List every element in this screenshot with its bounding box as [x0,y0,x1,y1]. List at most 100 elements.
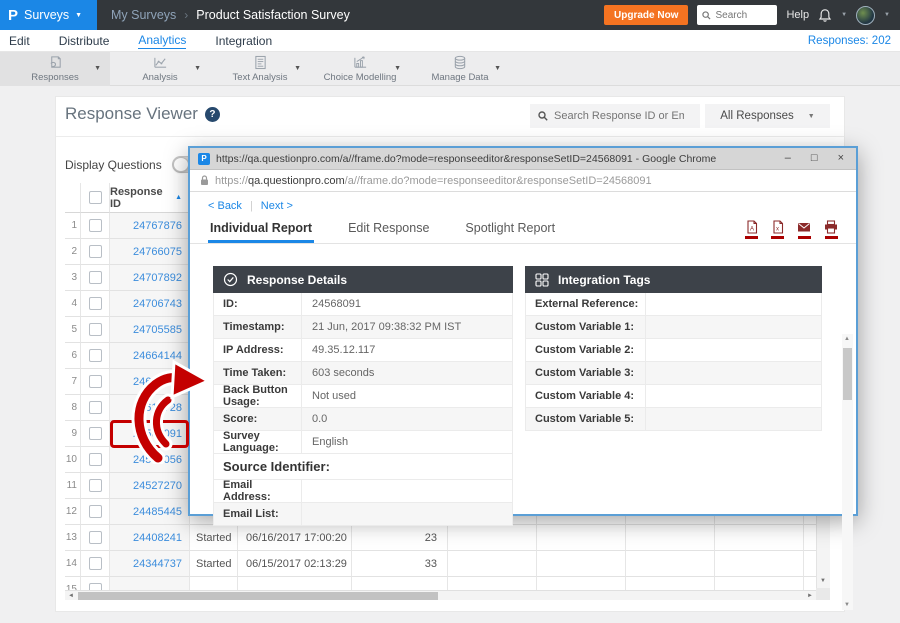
individual-report-popup: P https://qa.questionpro.com/a//frame.do… [188,146,858,516]
scroll-down-icon[interactable]: ▼ [820,578,826,584]
excel-export-icon[interactable]: x [771,220,784,239]
detail-label: Score: [214,408,302,430]
popup-body: Response Details ID:24568091Timestamp:21… [190,244,856,526]
response-id-link[interactable]: 24527270 [110,473,190,499]
response-id-link[interactable]: 24767876 [110,213,190,239]
scroll-down-icon[interactable]: ▼ [844,602,850,608]
response-id-link[interactable]: 24707892 [110,265,190,291]
scroll-up-icon[interactable]: ▲ [844,336,850,342]
popup-title-bar[interactable]: P https://qa.questionpro.com/a//frame.do… [190,148,856,170]
breadcrumb-my-surveys[interactable]: My Surveys [111,8,176,22]
scroll-left-icon[interactable]: ◄ [68,593,74,599]
minimize-icon[interactable]: – [785,153,791,164]
response-id-link[interactable]: 24705585 [110,317,190,343]
toolbar-text-analysis[interactable]: Text Analysis ▼ [210,52,310,86]
questionpro-logo: P [8,7,18,24]
upgrade-now-button[interactable]: Upgrade Now [604,5,688,25]
response-search-input[interactable] [554,110,684,122]
response-id-link[interactable]: 24485445 [110,499,190,525]
scroll-right-icon[interactable]: ► [807,593,813,599]
row-checkbox[interactable] [89,479,102,492]
svg-text:A: A [750,227,754,233]
report-tabs: Individual Report Edit Response Spotligh… [190,214,856,244]
toolbar-choice-modelling[interactable]: Choice Modelling ▼ [310,52,410,86]
row-checkbox[interactable] [89,531,102,544]
detail-value: 24568091 [302,293,512,315]
text-analysis-icon [254,55,267,70]
popup-url-bar[interactable]: https://qa.questionpro.com/a//frame.do?m… [190,170,856,192]
pdf-export-icon[interactable]: A [745,220,758,239]
table-horizontal-scrollbar[interactable]: ◄ ► [65,590,816,600]
popup-vertical-scrollbar[interactable]: ▲ ▼ [842,334,853,610]
responses-icon [48,55,63,70]
row-checkbox[interactable] [89,505,102,518]
product-switcher[interactable]: P Surveys ▼ [0,0,97,30]
row-checkbox[interactable] [89,583,102,590]
close-icon[interactable]: × [838,153,844,164]
row-checkbox[interactable] [89,245,102,258]
row-number: 10 [65,447,81,473]
help-link[interactable]: Help [786,9,809,21]
nav-integration[interactable]: Integration [215,34,272,48]
tab-spotlight-report[interactable]: Spotlight Report [463,221,557,243]
toolbar-manage-data[interactable]: Manage Data ▼ [410,52,510,86]
chevron-down-icon[interactable]: ▼ [194,65,201,72]
nav-distribute[interactable]: Distribute [59,34,110,48]
response-filter-dropdown[interactable]: All Responses ▼ [705,104,830,128]
scrollbar-thumb[interactable] [843,348,852,400]
row-checkbox[interactable] [89,453,102,466]
response-id-link[interactable]: 24408241 [110,525,190,551]
chevron-down-icon[interactable]: ▼ [394,65,401,72]
scrollbar-thumb[interactable] [78,592,438,600]
row-checkbox[interactable] [89,349,102,362]
avatar[interactable] [856,6,875,25]
row-checkbox[interactable] [89,557,102,570]
integration-tags-icon [535,273,549,287]
row-checkbox[interactable] [89,219,102,232]
bell-chevron-icon[interactable]: ▼ [841,12,847,18]
analysis-icon [153,55,168,70]
nav-edit[interactable]: Edit [9,34,30,48]
help-question-icon[interactable]: ? [205,107,220,122]
toolbar-responses[interactable]: Responses ▼ [0,52,110,86]
row-number: 12 [65,499,81,525]
tab-individual-report[interactable]: Individual Report [208,221,314,243]
row-checkbox[interactable] [89,297,102,310]
next-link[interactable]: Next > [261,200,293,212]
notifications-bell-icon[interactable] [818,8,832,23]
response-search[interactable] [530,104,700,128]
tab-edit-response[interactable]: Edit Response [346,221,431,243]
row-number: 5 [65,317,81,343]
response-id-link[interactable]: 24344737 [110,551,190,577]
detail-value [646,316,821,338]
chevron-down-icon[interactable]: ▼ [494,65,501,72]
detail-row: IP Address:49.35.12.117 [213,339,513,362]
row-checkbox[interactable] [89,427,102,440]
row-status: Started [190,525,238,551]
chevron-down-icon[interactable]: ▼ [94,65,101,72]
nav-analytics[interactable]: Analytics [138,33,186,49]
row-checkbox[interactable] [89,401,102,414]
account-chevron-icon[interactable]: ▼ [884,12,890,18]
back-link[interactable]: < Back [208,200,242,212]
row-checkbox[interactable] [89,375,102,388]
row-checkbox[interactable] [89,323,102,336]
row-count [352,577,448,590]
detail-row: External Reference: [525,293,822,316]
detail-row: Email Address: [213,480,513,503]
column-header-response-id[interactable]: Response ID ▲ [110,183,190,213]
table-row: 15 [65,577,816,590]
response-id-link[interactable]: 24766075 [110,239,190,265]
row-checkbox[interactable] [89,271,102,284]
toolbar-analysis[interactable]: Analysis ▼ [110,52,210,86]
select-all-checkbox[interactable] [89,191,102,204]
response-id-link[interactable]: 24706743 [110,291,190,317]
email-icon[interactable] [797,220,811,239]
print-icon[interactable] [824,220,838,239]
global-search-input[interactable] [715,10,771,21]
maximize-icon[interactable]: □ [811,153,818,164]
lock-icon [200,175,209,186]
response-id-link[interactable] [110,577,190,590]
global-search[interactable] [697,5,777,25]
chevron-down-icon[interactable]: ▼ [294,65,301,72]
